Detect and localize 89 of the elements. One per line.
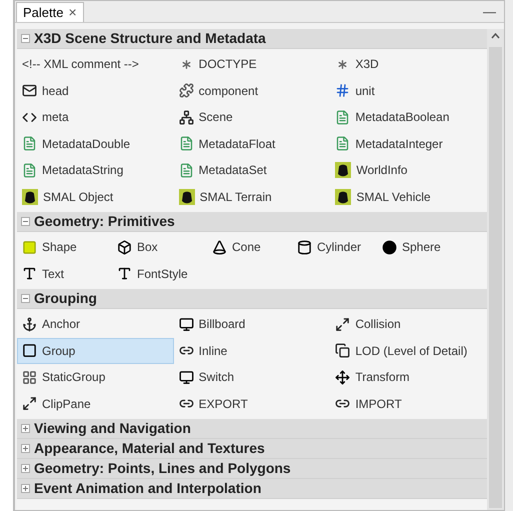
palette-item[interactable]: meta [17, 104, 174, 130]
palette-item[interactable]: Cylinder [292, 234, 377, 260]
category-title: Geometry: Primitives [34, 212, 175, 231]
palette-item[interactable]: MetadataString [17, 157, 174, 184]
palette-item[interactable]: Group [17, 338, 174, 364]
palette-item[interactable]: EXPORT [174, 390, 330, 417]
palette-item[interactable]: WorldInfo [330, 157, 487, 184]
cone-icon [212, 240, 227, 255]
palette-item[interactable]: MetadataFloat [174, 130, 330, 157]
palette-item[interactable]: Box [112, 234, 207, 260]
minimize-button[interactable]: — [483, 2, 496, 22]
category-title: X3D Scene Structure and Metadata [34, 29, 266, 48]
document-icon [22, 162, 37, 178]
category-header[interactable]: X3D Scene Structure and Metadata [17, 29, 487, 49]
expand-icon [21, 464, 30, 473]
palette-item[interactable]: Scene [174, 104, 330, 130]
palette-item[interactable]: X3D [330, 51, 487, 78]
category-title: Grouping [34, 289, 97, 308]
category-header[interactable]: Event Animation and Interpolation [17, 479, 487, 499]
blob-icon [178, 188, 195, 205]
anchor-icon [22, 316, 37, 332]
expand-icon [21, 484, 30, 493]
category-title: Appearance, Material and Textures [34, 439, 265, 458]
palette-item[interactable]: IMPORT [330, 390, 487, 417]
category-title: Event Animation and Interpolation [34, 479, 262, 498]
palette-item[interactable]: Billboard [174, 311, 330, 338]
hierarchy-icon [178, 110, 194, 125]
box-icon [117, 240, 132, 255]
category-header[interactable]: Grouping [17, 289, 487, 309]
palette-item[interactable]: SMAL Object [17, 184, 174, 210]
palette-item[interactable]: Transform [330, 364, 487, 390]
palette-item[interactable]: component [174, 78, 330, 104]
category-title: Viewing and Navigation [34, 419, 191, 438]
expand-icon [21, 424, 30, 433]
palette-item[interactable]: FontStyle [112, 260, 207, 287]
font-icon [117, 266, 132, 282]
sphere-icon [382, 240, 397, 255]
palette-item[interactable]: DOCTYPE [174, 51, 330, 78]
palette-item[interactable]: LOD (Level of Detail) [330, 338, 487, 364]
palette-item[interactable]: Sphere [377, 234, 487, 260]
palette-item[interactable]: Anchor [17, 311, 174, 338]
document-icon [178, 162, 194, 178]
scroll-up-icon[interactable] [491, 33, 500, 39]
palette-item[interactable]: ClipPane [17, 390, 174, 417]
palette-item[interactable]: head [17, 78, 174, 104]
collapse-icon [21, 217, 30, 226]
cylinder-icon [297, 240, 312, 255]
blob-icon [335, 162, 352, 178]
palette-item[interactable]: MetadataDouble [17, 130, 174, 157]
hash-icon [335, 83, 350, 98]
palette-item[interactable]: Switch [174, 364, 330, 390]
palette-item[interactable]: Cone [207, 234, 292, 260]
envelope-icon [22, 83, 37, 98]
blob-icon [335, 188, 352, 205]
shape-icon [22, 240, 37, 255]
palette-tab[interactable]: Palette × [16, 2, 84, 22]
collapse-icon [21, 34, 30, 43]
blob-icon [22, 188, 38, 205]
scrollbar[interactable] [487, 29, 504, 510]
palette-item[interactable]: <!-- XML comment --> [17, 51, 174, 78]
category-header[interactable]: Geometry: Points, Lines and Polygons [17, 459, 487, 479]
collapse-icon [21, 294, 30, 303]
palette-item[interactable]: Collision [330, 311, 487, 338]
grid-icon [22, 370, 37, 385]
palette-item[interactable]: MetadataInteger [330, 130, 487, 157]
group-icon [22, 343, 37, 358]
palette-item[interactable]: Text [17, 260, 112, 287]
close-button[interactable]: × [68, 2, 77, 23]
document-icon [178, 136, 194, 152]
palette-item[interactable]: Shape [17, 234, 112, 260]
palette-item[interactable]: StaticGroup [17, 364, 174, 390]
palette-item[interactable]: MetadataSet [174, 157, 330, 184]
text-icon [22, 266, 37, 282]
document-icon [335, 110, 350, 125]
expand-icon [21, 444, 30, 453]
puzzle-icon [178, 83, 194, 98]
palette-item[interactable]: unit [330, 78, 487, 104]
document-icon [335, 136, 350, 152]
document-icon [22, 136, 37, 152]
palette-item[interactable]: SMAL Terrain [174, 184, 330, 210]
palette-item[interactable]: Inline [174, 338, 330, 364]
category-header[interactable]: Appearance, Material and Textures [17, 439, 487, 459]
palette-item[interactable]: MetadataBoolean [330, 104, 487, 130]
transform-icon [335, 370, 350, 385]
copy-icon [335, 343, 350, 358]
category-title: Geometry: Points, Lines and Polygons [34, 459, 291, 478]
category-header[interactable]: Geometry: Primitives [17, 212, 487, 232]
palette-item[interactable]: SMAL Vehicle [330, 184, 487, 210]
category-header[interactable]: Viewing and Navigation [17, 419, 487, 439]
